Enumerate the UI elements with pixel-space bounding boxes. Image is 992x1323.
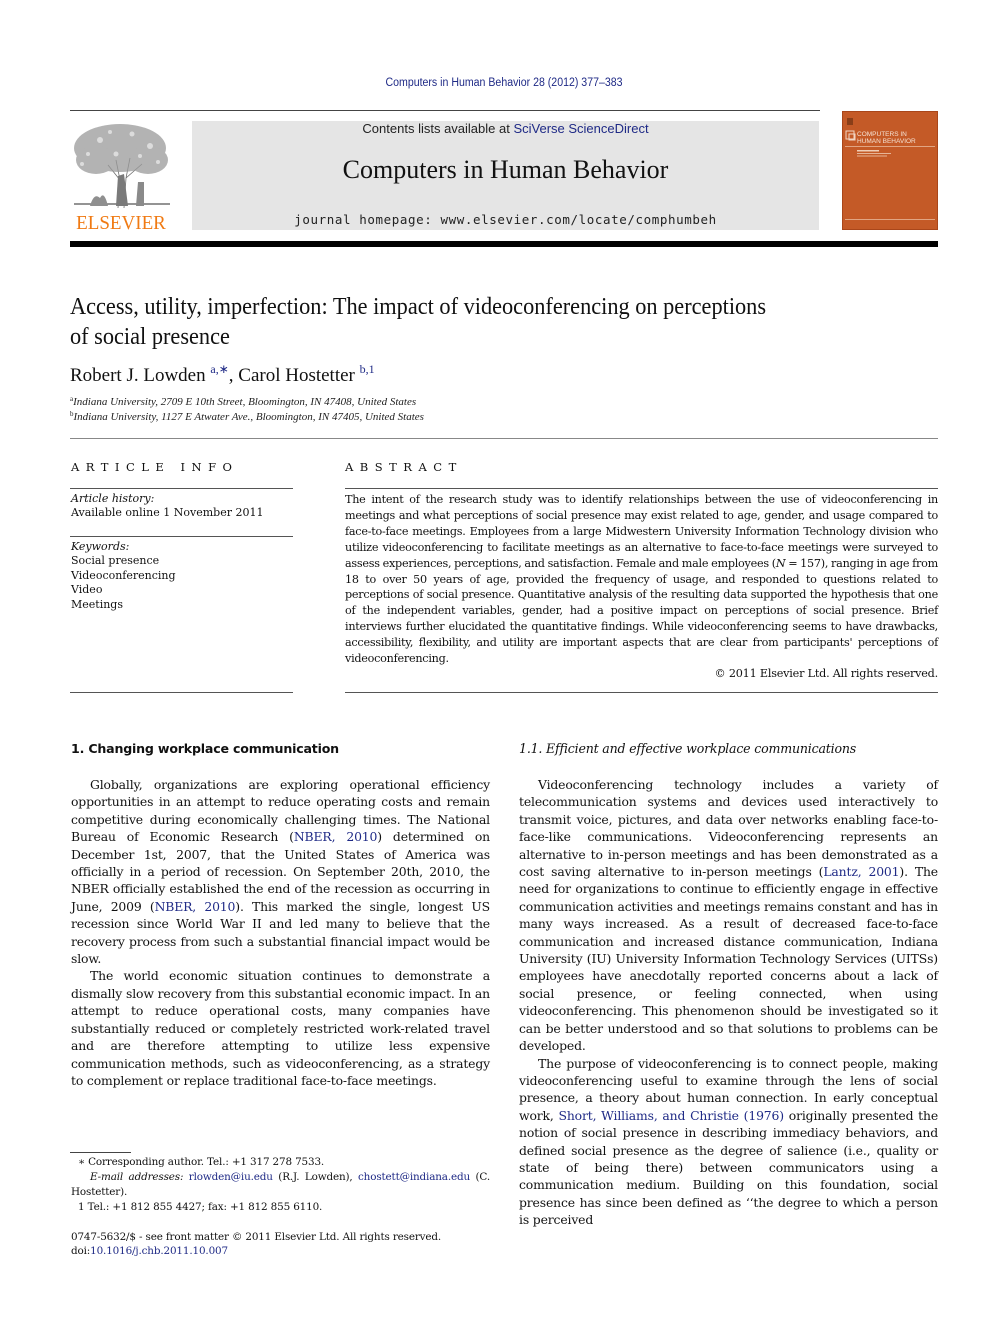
article-title-line1: Access, utility, imperfection: The impac… — [70, 294, 767, 320]
keyword: Video — [71, 583, 103, 596]
email-link[interactable]: chostett@indiana.edu — [358, 1171, 470, 1183]
abstract-heading: ABSTRACT — [345, 460, 463, 474]
left-column-body: Globally, organizations are exploring op… — [71, 776, 490, 1089]
author-separator: , — [228, 365, 239, 386]
journal-cover-thumbnail[interactable]: COMPUTERS IN HUMAN BEHAVIOR — [842, 111, 938, 230]
issn-front-matter: 0747-5632/$ - see front matter © 2011 El… — [71, 1231, 442, 1243]
contents-prefix: Contents lists available at — [362, 121, 514, 136]
top-rule — [70, 110, 820, 111]
sample-size-symbol: N — [775, 556, 786, 570]
cover-title-line1: COMPUTERS IN — [857, 131, 907, 138]
running-head-citation[interactable]: Computers in Human Behavior 28 (2012) 37… — [40, 77, 967, 89]
article-info-rule — [70, 488, 293, 489]
journal-homepage[interactable]: journal homepage: www.elsevier.com/locat… — [192, 212, 819, 227]
article-history-label: Article history: — [71, 492, 155, 505]
author-affiliation-marks[interactable]: b,1 — [360, 362, 375, 376]
paragraph: Globally, organizations are exploring op… — [71, 776, 490, 967]
header-thick-rule — [70, 241, 938, 247]
contents-availability-line: Contents lists available at SciVerse Sci… — [192, 121, 819, 136]
author-name[interactable]: Robert J. Lowden — [70, 365, 206, 386]
email-footnote: E-mail addresses: rlowden@iu.edu (R.J. L… — [71, 1170, 490, 1200]
paragraph-text: originally presented the notion of socia… — [519, 1107, 938, 1228]
author-affiliation-marks[interactable]: a,∗ — [210, 362, 228, 376]
abstract-text: The intent of the research study was to … — [345, 492, 938, 667]
header-divider — [70, 438, 938, 439]
keyword: Social presence — [71, 554, 160, 567]
article-title: Access, utility, imperfection: The impac… — [70, 292, 870, 352]
affiliation-a: aIndiana University, 2709 E 10th Street,… — [70, 395, 416, 408]
corresponding-author-footnote: ∗ Corresponding author. Tel.: +1 317 278… — [78, 1156, 325, 1168]
article-info-heading: ARTICLE INFO — [71, 460, 239, 474]
keyword: Meetings — [71, 597, 123, 611]
keywords-rule — [70, 536, 293, 537]
affiliation-b: bIndiana University, 1127 E Atwater Ave.… — [70, 410, 424, 423]
article-info-bottom-rule — [70, 692, 293, 693]
doi-line: doi:10.1016/j.chb.2011.10.007 — [71, 1244, 228, 1259]
abstract-copyright: © 2011 Elsevier Ltd. All rights reserved… — [714, 667, 938, 680]
abstract-bottom-rule — [345, 692, 938, 693]
affiliation-text: Indiana University, 2709 E 10th Street, … — [73, 396, 417, 408]
doi-link[interactable]: 10.1016/j.chb.2011.10.007 — [90, 1245, 228, 1257]
citation-link[interactable]: NBER, 2010 — [294, 829, 378, 844]
phone-footnote: 1 Tel.: +1 812 855 4427; fax: +1 812 855… — [78, 1201, 323, 1213]
author-name[interactable]: Carol Hostetter — [238, 365, 355, 386]
right-column-body: Videoconferencing technology includes a … — [519, 776, 938, 1229]
journal-name: Computers in Human Behavior — [342, 155, 669, 184]
email-owner: (R.J. Lowden), — [272, 1171, 359, 1183]
subsection-heading-1-1: 1.1. Efficient and effective workplace c… — [519, 741, 857, 756]
cover-title-line2: HUMAN BEHAVIOR — [857, 138, 916, 145]
citation-link[interactable]: Lantz, 2001 — [823, 864, 899, 879]
paragraph: Videoconferencing technology includes a … — [519, 776, 938, 1055]
doi-prefix: doi: — [71, 1245, 91, 1257]
elsevier-wordmark: ELSEVIER — [76, 212, 166, 234]
affiliation-text: Indiana University, 1127 E Atwater Ave.,… — [73, 411, 424, 423]
article-history-value: Available online 1 November 2011 — [71, 506, 264, 519]
author-list: Robert J. Lowden a,∗, Carol Hostetter b,… — [70, 362, 375, 387]
paragraph-text: ). The need for organizations to continu… — [519, 864, 938, 1054]
keyword: Videoconferencing — [71, 568, 176, 582]
email-link[interactable]: rlowden@iu.edu — [189, 1171, 273, 1183]
journal-banner: Contents lists available at SciVerse Sci… — [192, 121, 819, 230]
footnote-rule — [70, 1152, 131, 1153]
citation-link[interactable]: Short, Williams, and Christie (1976) — [559, 1108, 785, 1123]
abstract-rule — [345, 488, 938, 489]
citation-link[interactable]: NBER, 2010 — [155, 899, 236, 914]
keywords-label: Keywords: — [71, 540, 130, 553]
email-label: E-mail addresses: — [90, 1171, 184, 1183]
article-title-line2: of social presence — [70, 324, 230, 350]
abstract-text-part: = 157), ranging in age from 18 to over 5… — [345, 556, 938, 666]
paragraph: The world economic situation continues t… — [71, 968, 490, 1088]
paragraph: The purpose of videoconferencing is to c… — [519, 1055, 938, 1229]
keywords-list: Social presence Videoconferencing Video … — [71, 554, 176, 612]
section-heading-1: 1. Changing workplace communication — [71, 741, 339, 756]
sciencedirect-link[interactable]: SciVerse ScienceDirect — [513, 121, 648, 136]
